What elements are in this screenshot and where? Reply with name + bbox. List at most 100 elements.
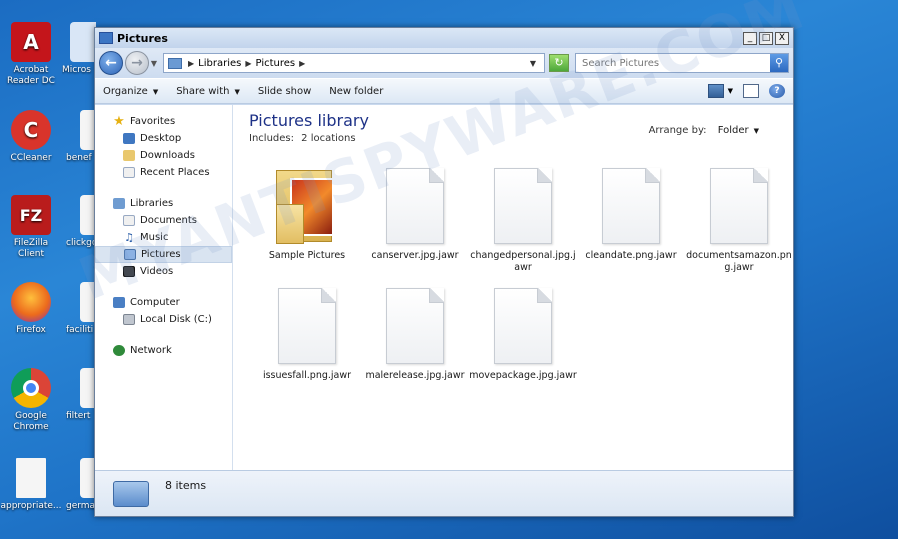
nav-music[interactable]: ♫ Music (95, 229, 232, 246)
forward-button[interactable]: → (125, 51, 149, 75)
minimize-button[interactable]: _ (743, 31, 757, 45)
file-item[interactable]: movepackage.jpg.jawr (469, 284, 577, 382)
nav-videos[interactable]: Videos (95, 263, 232, 280)
desktop-icon-label: clickgo (66, 238, 96, 248)
nav-computer[interactable]: Computer (95, 294, 232, 311)
command-bar: Organize ▼ Share with ▼ Slide show New fol… (95, 78, 793, 104)
refresh-button[interactable]: ↻ (549, 54, 569, 72)
slide-show-button[interactable]: Slide show (258, 86, 311, 97)
breadcrumb-libraries[interactable]: Libraries (198, 58, 241, 69)
desktop-icon-partial[interactable]: filtert (66, 368, 96, 422)
file-name: canserver.jpg.jawr (371, 250, 459, 261)
file-name: movepackage.jpg.jawr (469, 370, 577, 381)
desktop-icon-partial[interactable]: Micros (62, 22, 96, 76)
search-box[interactable]: ⚲ (575, 53, 789, 73)
search-input[interactable] (582, 57, 770, 69)
arrange-value: Folder (717, 125, 749, 136)
details-pane: 8 items (95, 470, 793, 516)
desktop-icon-label: faciliti (66, 325, 94, 335)
document-icon (494, 168, 552, 244)
nav-pictures[interactable]: Pictures (95, 246, 232, 263)
explorer-window[interactable]: Pictures _ □ X ← → ▼ ▶ Libraries ▶ Pictu… (94, 27, 794, 517)
nav-local-disk[interactable]: Local Disk (C:) (95, 311, 232, 328)
arrange-label: Arrange by: (648, 125, 707, 136)
breadcrumb-separator-icon[interactable]: ▶ (188, 59, 194, 68)
library-icon (168, 57, 182, 69)
history-dropdown-icon[interactable]: ▼ (149, 59, 159, 68)
item-count: 8 items (165, 479, 207, 492)
arrange-by: Arrange by: Folder ▼ (649, 125, 759, 136)
ccleaner-icon: C (11, 110, 51, 150)
maximize-button[interactable]: □ (759, 31, 773, 45)
nav-libraries[interactable]: Libraries (95, 195, 232, 212)
desktop-icon-filezilla[interactable]: FZ FileZilla Client (0, 195, 62, 260)
file-icon (70, 22, 96, 62)
close-button[interactable]: X (775, 31, 789, 45)
help-icon[interactable]: ? (769, 84, 785, 98)
recent-places-icon (123, 167, 135, 178)
file-item[interactable]: issuesfall.png.jawr (253, 284, 361, 382)
library-icon (99, 32, 113, 44)
address-dropdown-icon[interactable]: ▼ (530, 59, 536, 68)
desktop-icon-file[interactable]: appropriate... (0, 458, 62, 512)
desktop-icon-partial[interactable]: faciliti (66, 282, 96, 336)
breadcrumb-separator-icon[interactable]: ▶ (245, 59, 251, 68)
includes-locations-link[interactable]: 2 locations (301, 133, 355, 144)
nav-desktop[interactable]: Desktop (95, 130, 232, 147)
libraries-icon (113, 198, 125, 209)
file-item-folder[interactable]: Sample Pictures (253, 164, 361, 274)
address-bar[interactable]: ▶ Libraries ▶ Pictures ▶ ▼ (163, 53, 545, 73)
change-view-icon[interactable] (707, 84, 724, 98)
document-icon (494, 288, 552, 364)
nav-downloads[interactable]: Downloads (95, 147, 232, 164)
file-name: Sample Pictures (268, 250, 346, 261)
chevron-down-icon[interactable]: ▼ (728, 87, 733, 95)
file-item[interactable]: canserver.jpg.jawr (361, 164, 469, 274)
includes-label: Includes: (249, 133, 294, 144)
nav-documents[interactable]: Documents (95, 212, 232, 229)
file-item[interactable]: malerelease.jpg.jawr (361, 284, 469, 382)
nav-network[interactable]: Network (95, 342, 232, 359)
desktop-icon-label: germa (66, 501, 96, 511)
back-button[interactable]: ← (99, 51, 123, 75)
desktop-icon-acrobat[interactable]: A Acrobat Reader DC (0, 22, 62, 87)
new-folder-button[interactable]: New folder (329, 86, 383, 97)
desktop-icon-label: FileZilla Client (13, 238, 49, 259)
breadcrumb-pictures[interactable]: Pictures (256, 58, 296, 69)
documents-icon (123, 215, 135, 226)
star-icon: ★ (113, 114, 125, 129)
desktop-icon-partial[interactable]: clickgo (66, 195, 96, 249)
desktop-icon-firefox[interactable]: Firefox (0, 282, 62, 336)
desktop-icon-partial[interactable]: germa (66, 458, 96, 512)
desktop-icon-ccleaner[interactable]: C CCleaner (0, 110, 62, 164)
navigation-pane: ★ Favorites Desktop Downloads Recent Plac… (95, 105, 233, 470)
share-with-label: Share with (176, 85, 230, 97)
nav-label: Computer (130, 297, 180, 308)
firefox-icon (11, 282, 51, 322)
file-item[interactable]: cleandate.png.jawr (577, 164, 685, 274)
acrobat-icon: A (11, 22, 51, 62)
organize-label: Organize (103, 85, 148, 97)
filezilla-icon: FZ (11, 195, 51, 235)
desktop-icon-partial[interactable]: benef (66, 110, 96, 164)
organize-button[interactable]: Organize ▼ (103, 86, 158, 97)
preview-pane-icon[interactable] (743, 84, 759, 98)
chrome-icon (11, 368, 51, 408)
nav-recent-places[interactable]: Recent Places (95, 164, 232, 181)
breadcrumb-separator-icon[interactable]: ▶ (299, 59, 305, 68)
library-large-icon (113, 481, 149, 507)
search-icon[interactable]: ⚲ (770, 54, 788, 72)
nav-favorites[interactable]: ★ Favorites (95, 113, 232, 130)
share-with-button[interactable]: Share with ▼ (176, 86, 240, 97)
videos-icon (123, 266, 135, 277)
desktop-icon-label: benef (66, 153, 92, 163)
desktop-icon-chrome[interactable]: Google Chrome (0, 368, 62, 433)
network-icon (113, 345, 125, 356)
file-item[interactable]: documentsamazon.png.jawr (685, 164, 793, 274)
nav-label: Libraries (130, 198, 174, 209)
file-item[interactable]: changedpersonal.jpg.jawr (469, 164, 577, 274)
content-area: ★ Favorites Desktop Downloads Recent Plac… (95, 105, 793, 470)
arrange-by-dropdown[interactable]: Folder ▼ (718, 125, 759, 136)
pictures-icon (124, 249, 136, 260)
title-bar[interactable]: Pictures _ □ X (95, 28, 793, 48)
